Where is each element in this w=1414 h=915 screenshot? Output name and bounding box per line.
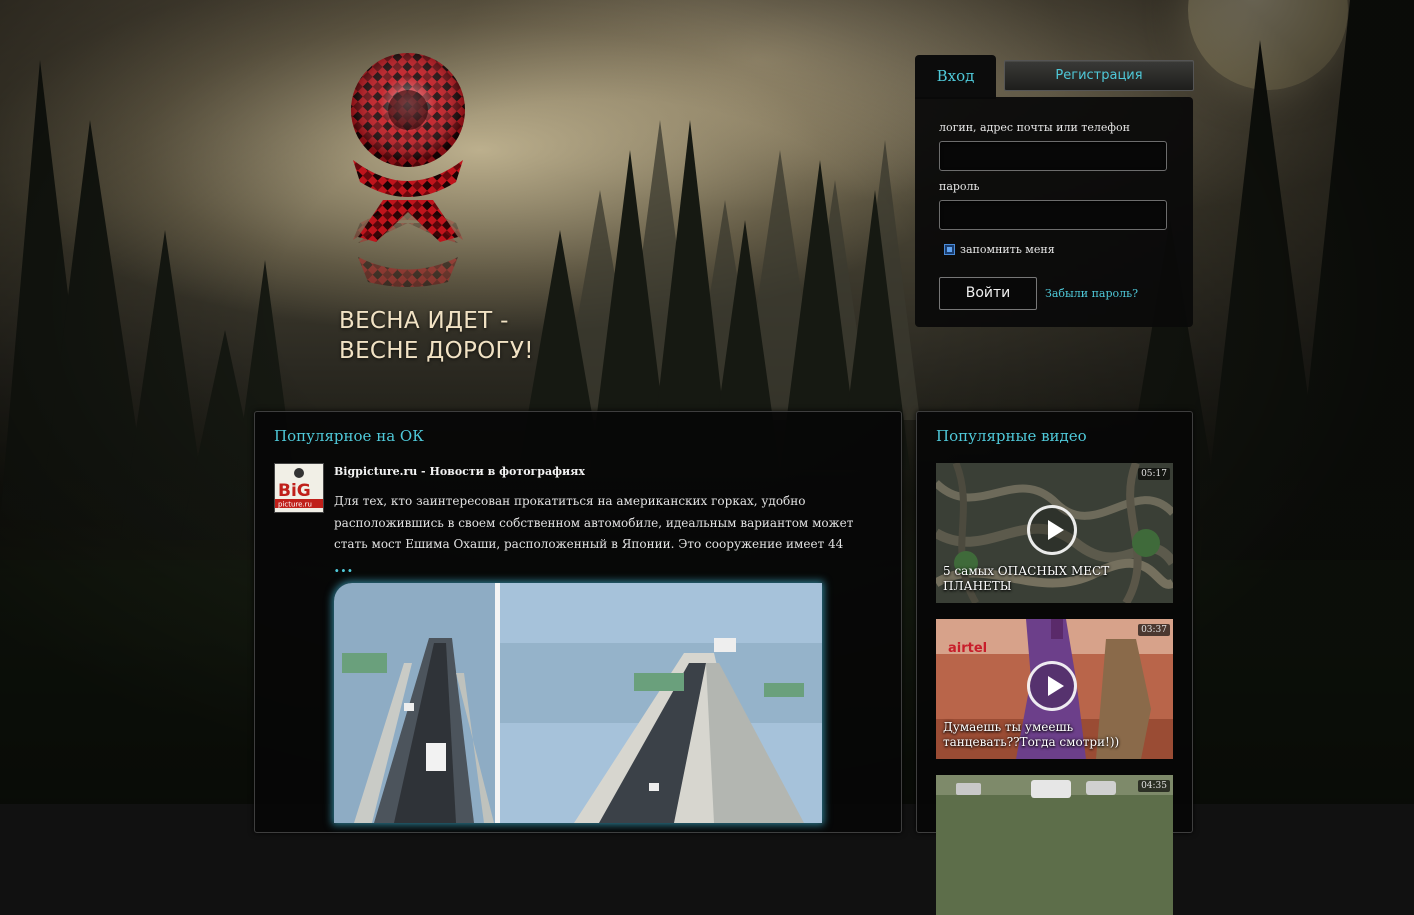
video-duration: 03:37 [1138, 624, 1170, 636]
post-text: Для тех, кто заинтересован прокатиться н… [334, 494, 854, 551]
login-input[interactable] [939, 141, 1167, 171]
avatar-text-top: BiG [278, 481, 311, 501]
read-more-link[interactable]: ... [334, 557, 354, 576]
odnoklassniki-logo-icon[interactable] [338, 52, 478, 292]
popular-panel-title[interactable]: Популярное на ОК [274, 427, 424, 445]
play-icon[interactable] [1027, 661, 1077, 711]
slogan-line-2: ВЕСНЕ ДОРОГУ! [339, 338, 534, 364]
video-duration: 04:35 [1138, 780, 1170, 792]
video-item[interactable]: airtel 03:37 Думаешь ты умеешь танцевать… [936, 619, 1173, 759]
post-source-avatar[interactable]: BiG picture.ru [274, 463, 324, 513]
video-thumbnail [936, 775, 1173, 915]
post-image[interactable] [334, 583, 822, 823]
promo-slogan: ВЕСНА ИДЕТ - ВЕСНЕ ДОРОГУ! [339, 306, 599, 366]
video-duration: 05:17 [1138, 468, 1170, 480]
avatar-text-bottom: picture.ru [278, 501, 312, 509]
video-title: Думаешь ты умеешь танцевать??Тогда смотр… [943, 720, 1120, 749]
post-source-name[interactable]: Bigpicture.ru - Новости в фотографиях [334, 465, 585, 478]
password-field-label: пароль [939, 180, 980, 193]
popular-panel: Популярное на ОК BiG picture.ru Bigpictu… [254, 411, 902, 833]
svg-text:airtel: airtel [948, 641, 987, 656]
slogan-line-1: ВЕСНА ИДЕТ - [339, 308, 509, 334]
bridge-photo [334, 583, 822, 823]
tab-register[interactable]: Регистрация [1004, 60, 1194, 91]
video-panel-title[interactable]: Популярные видео [936, 427, 1087, 445]
forgot-password-link[interactable]: Забыли пароль? [1045, 287, 1138, 300]
bigpicture-logo-icon: BiG picture.ru [275, 464, 323, 512]
video-item[interactable]: 04:35 [936, 775, 1173, 915]
remember-me-label[interactable]: запомнить меня [960, 243, 1055, 256]
login-form: логин, адрес почты или телефон пароль за… [915, 97, 1193, 327]
play-icon[interactable] [1027, 505, 1077, 555]
video-title: 5 самых ОПАСНЫХ МЕСТ ПЛАНЕТЫ [943, 564, 1110, 593]
password-input[interactable] [939, 200, 1167, 230]
tab-login[interactable]: Вход [915, 55, 996, 99]
remember-me-checkbox[interactable] [944, 244, 955, 255]
video-item[interactable]: 05:17 5 самых ОПАСНЫХ МЕСТ ПЛАНЕТЫ [936, 463, 1173, 603]
remember-me: запомнить меня [944, 243, 1055, 256]
login-button[interactable]: Войти [939, 277, 1037, 310]
login-field-label: логин, адрес почты или телефон [939, 121, 1130, 134]
video-panel: Популярные видео 05:17 5 самых ОПАСНЫХ М… [916, 411, 1193, 915]
